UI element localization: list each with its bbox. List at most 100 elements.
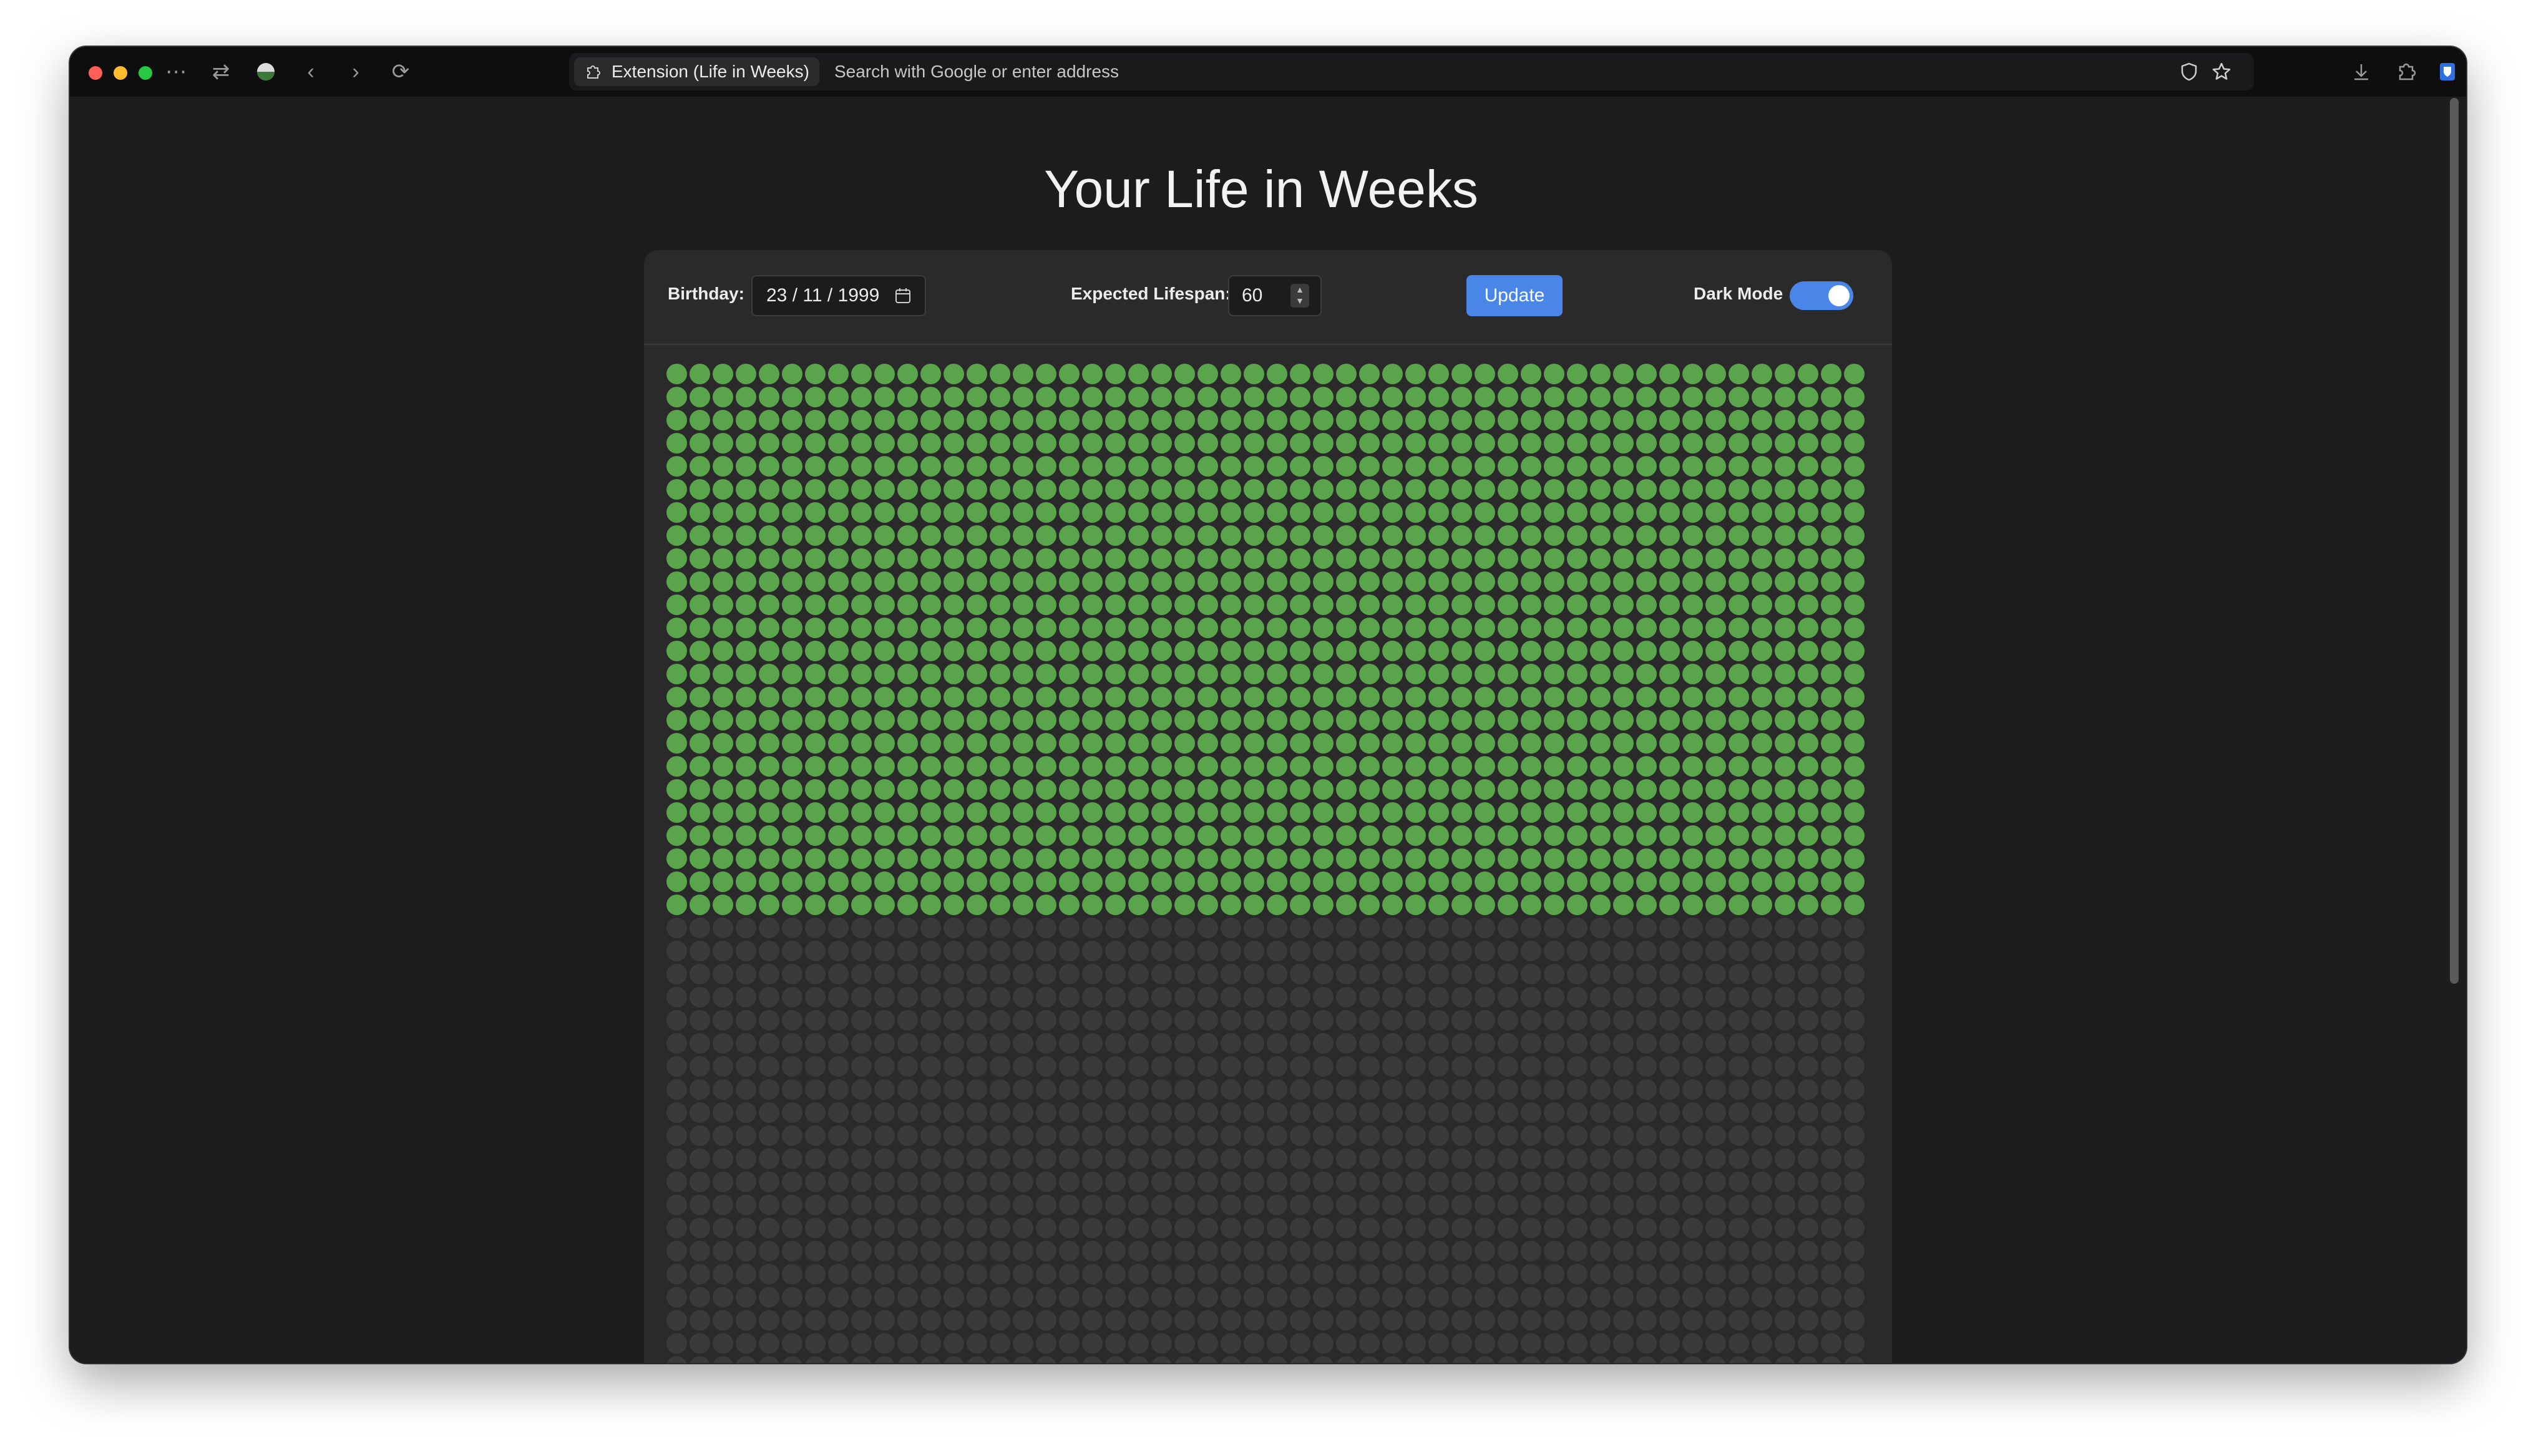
week-dot-lived: [1013, 456, 1033, 477]
forward-icon[interactable]: ›: [343, 59, 368, 84]
profile-icon[interactable]: [253, 59, 278, 84]
week-dot-future: [1705, 1010, 1726, 1031]
week-dot-lived: [759, 687, 779, 707]
week-dot-future: [1105, 1148, 1126, 1169]
week-dot-lived: [1105, 871, 1126, 892]
week-dot-lived: [666, 387, 687, 407]
week-dot-future: [1336, 1079, 1357, 1100]
week-dot-lived: [1775, 664, 1795, 684]
week-dot-lived: [1036, 825, 1056, 846]
week-dot-future: [1244, 1079, 1264, 1100]
swap-icon[interactable]: ⇄: [208, 59, 233, 84]
week-dot-future: [1405, 1033, 1426, 1054]
week-dot-future: [1567, 964, 1587, 984]
week-dot-lived: [1821, 387, 1841, 407]
week-dot-lived: [1451, 710, 1472, 730]
week-dot-lived: [1590, 641, 1611, 661]
week-dot-lived: [1544, 895, 1564, 915]
week-dot-future: [1821, 1033, 1841, 1054]
week-dot-lived: [1221, 802, 1241, 823]
week-dot-lived: [1521, 825, 1541, 846]
update-button[interactable]: Update: [1466, 275, 1563, 316]
minimize-window-button[interactable]: [114, 66, 127, 80]
week-dot-lived: [690, 895, 710, 915]
shield-icon[interactable]: [2178, 61, 2200, 83]
week-dot-lived: [1659, 733, 1680, 754]
week-dot-lived: [1428, 895, 1449, 915]
week-dot-future: [713, 964, 733, 984]
week-dot-future: [874, 1241, 895, 1261]
week-dot-future: [1174, 1148, 1195, 1169]
week-dot-future: [1290, 1102, 1310, 1123]
week-dot-lived: [1197, 848, 1218, 869]
week-dot-lived: [1428, 779, 1449, 800]
week-dot-lived: [1636, 871, 1657, 892]
week-dot-future: [1174, 941, 1195, 961]
week-dot-lived: [690, 733, 710, 754]
week-dot-future: [1544, 1148, 1564, 1169]
stepper-up-icon[interactable]: ▲: [1290, 284, 1309, 295]
week-dot-future: [782, 1172, 802, 1192]
close-window-button[interactable]: [89, 66, 102, 80]
week-dot-future: [713, 1010, 733, 1031]
week-dot-future: [1498, 1218, 1518, 1238]
week-dot-future: [874, 1148, 895, 1169]
week-dot-lived: [897, 733, 918, 754]
week-dot-future: [874, 1356, 895, 1363]
week-dot-lived: [1128, 710, 1149, 730]
maximize-window-button[interactable]: [139, 66, 152, 80]
week-dot-lived: [1382, 733, 1403, 754]
week-dot-lived: [1844, 802, 1865, 823]
week-dot-future: [1128, 1056, 1149, 1077]
week-dot-future: [1221, 918, 1241, 938]
week-dot-future: [1359, 1218, 1380, 1238]
week-dot-future: [1844, 918, 1865, 938]
week-dot-future: [1359, 1033, 1380, 1054]
week-dot-lived: [1844, 733, 1865, 754]
week-dot-future: [1451, 1287, 1472, 1308]
back-icon[interactable]: ‹: [298, 59, 323, 84]
extension-pill[interactable]: Extension (Life in Weeks): [574, 57, 819, 86]
download-icon[interactable]: [2349, 59, 2374, 84]
week-dot-future: [897, 1102, 918, 1123]
week-dot-lived: [1336, 802, 1357, 823]
week-dot-lived: [666, 641, 687, 661]
week-dot-future: [920, 1172, 941, 1192]
week-dot-lived: [851, 387, 872, 407]
more-icon[interactable]: ⋯: [163, 59, 188, 84]
week-dot-lived: [1682, 433, 1703, 454]
week-dot-lived: [666, 779, 687, 800]
stepper-down-icon[interactable]: ▼: [1290, 295, 1309, 306]
week-dot-lived: [1844, 502, 1865, 523]
page-scrollbar[interactable]: [2450, 98, 2459, 984]
week-dot-future: [1059, 987, 1080, 1007]
week-dot-lived: [1128, 641, 1149, 661]
week-dot-future: [1151, 1333, 1172, 1354]
lifespan-input[interactable]: 60 ▲ ▼: [1228, 275, 1322, 316]
week-dot-future: [1705, 1195, 1726, 1215]
week-dot-lived: [1498, 595, 1518, 615]
week-dot-future: [1336, 1218, 1357, 1238]
week-dot-lived: [1290, 525, 1310, 546]
week-dot-lived: [967, 733, 987, 754]
reload-icon[interactable]: ⟳: [388, 59, 413, 84]
week-dot-lived: [805, 410, 826, 430]
birthday-input[interactable]: 23 / 11 / 1999: [751, 275, 926, 316]
extensions-icon[interactable]: [2394, 59, 2419, 84]
week-dot-lived: [1197, 756, 1218, 777]
password-manager-icon[interactable]: [2435, 59, 2460, 84]
address-bar[interactable]: Extension (Life in Weeks) Search with Go…: [569, 53, 2254, 90]
dark-mode-toggle[interactable]: [1790, 281, 1853, 310]
week-dot-lived: [666, 433, 687, 454]
page-content: Your Life in Weeks Birthday: 23 / 11 / 1…: [79, 97, 2444, 1363]
week-dot-lived: [967, 456, 987, 477]
calendar-icon[interactable]: [894, 286, 912, 305]
week-dot-lived: [1313, 687, 1334, 707]
week-dot-lived: [1336, 571, 1357, 592]
week-dot-future: [920, 941, 941, 961]
week-dot-future: [1544, 918, 1564, 938]
week-dot-lived: [1059, 595, 1080, 615]
lifespan-stepper[interactable]: ▲ ▼: [1290, 284, 1309, 308]
bookmark-star-icon[interactable]: [2210, 61, 2233, 83]
week-dot-future: [1590, 1241, 1611, 1261]
